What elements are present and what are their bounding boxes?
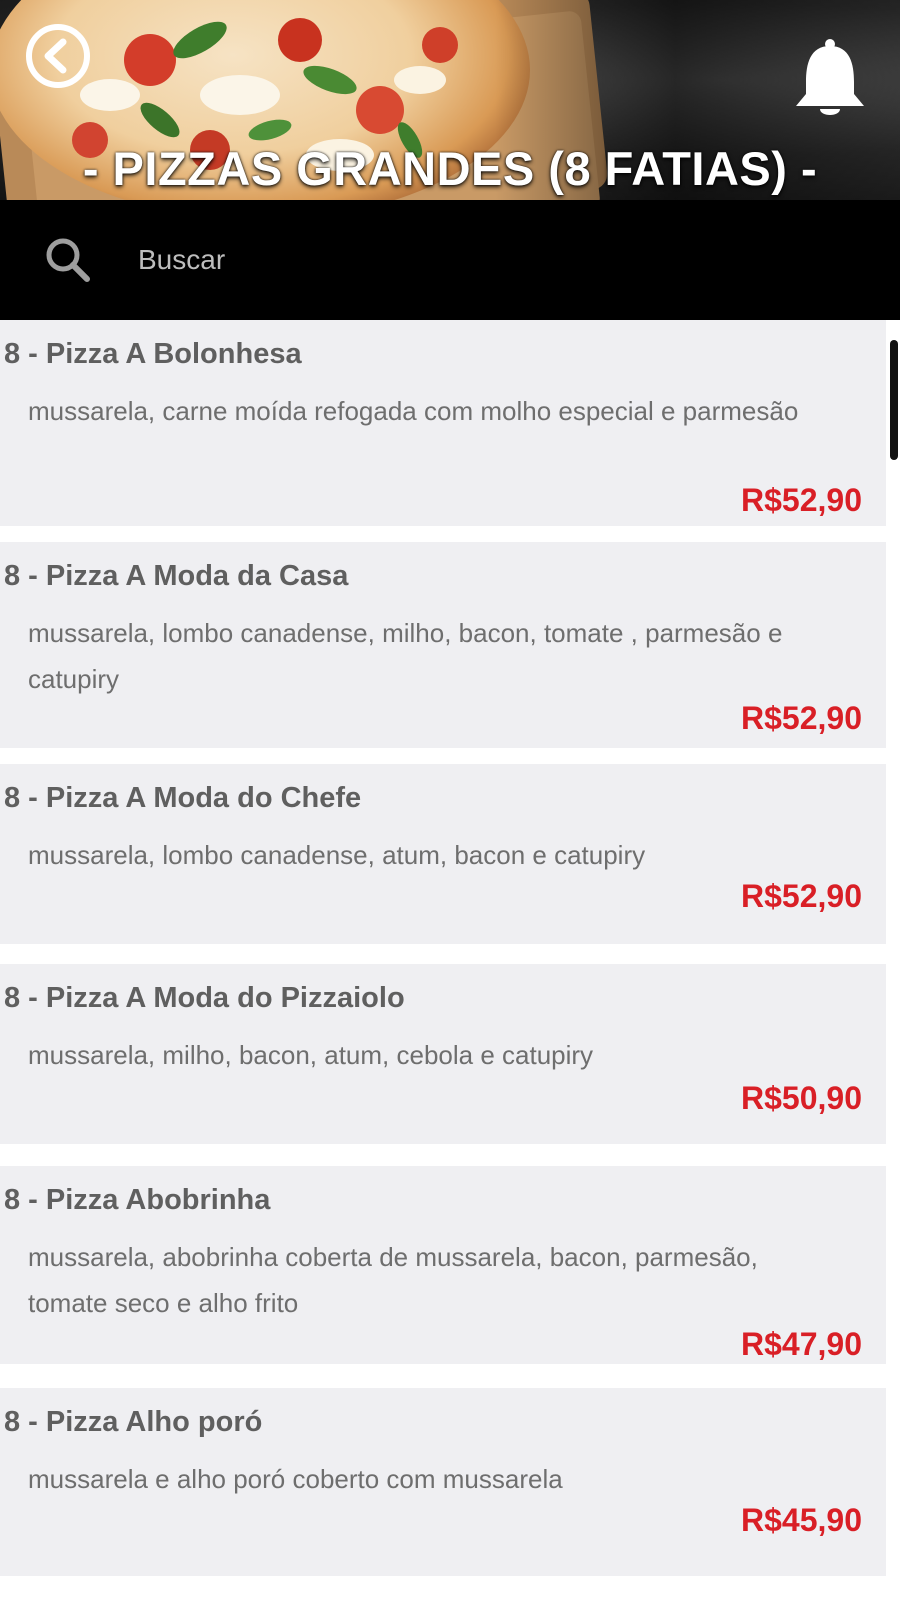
bell-icon bbox=[796, 39, 864, 115]
product-name: 8 - Pizza Abobrinha bbox=[4, 1184, 271, 1216]
back-button[interactable] bbox=[24, 22, 92, 90]
chevron-left-circle-icon bbox=[26, 24, 90, 88]
product-description: mussarela, lombo canadense, atum, bacon … bbox=[28, 840, 646, 870]
product-item[interactable]: 8 - Pizza A Moda do Chefe mussarela, lom… bbox=[0, 764, 886, 944]
search-input[interactable] bbox=[130, 236, 830, 284]
product-item[interactable]: 8 - Pizza A Moda da Casa mussarela, lomb… bbox=[0, 542, 886, 748]
product-name: 8 - Pizza A Moda do Pizzaiolo bbox=[4, 982, 405, 1014]
product-name: 8 - Pizza A Moda da Casa bbox=[4, 560, 349, 592]
product-description: mussarela, milho, bacon, atum, cebola e … bbox=[28, 1040, 594, 1070]
product-description: mussarela, lombo canadense, milho, bacon… bbox=[28, 618, 783, 694]
product-price: R$45,90 bbox=[741, 1502, 862, 1538]
product-item[interactable]: 8 - Pizza A Bolonhesa mussarela, carne m… bbox=[0, 320, 886, 526]
header-banner: - PIZZAS GRANDES (8 FATIAS) - bbox=[0, 0, 900, 200]
product-name: 8 - Pizza A Moda do Chefe bbox=[4, 782, 362, 814]
product-item[interactable]: 8 - Pizza Alho poró mussarela e alho por… bbox=[0, 1388, 886, 1576]
product-list: 8 - Pizza A Bolonhesa mussarela, carne m… bbox=[0, 320, 886, 1598]
product-price: R$47,90 bbox=[741, 1326, 862, 1362]
page-title: - PIZZAS GRANDES (8 FATIAS) - bbox=[82, 142, 818, 196]
menu-screen: - PIZZAS GRANDES (8 FATIAS) - 8 - Pizza … bbox=[0, 0, 900, 1598]
product-name: 8 - Pizza A Bolonhesa bbox=[4, 338, 302, 370]
product-item[interactable]: 8 - Pizza A Moda do Pizzaiolo mussarela,… bbox=[0, 964, 886, 1144]
scrollbar-thumb[interactable] bbox=[890, 340, 898, 460]
product-price: R$52,90 bbox=[741, 482, 862, 518]
search-icon[interactable] bbox=[44, 236, 92, 284]
product-description: mussarela, abobrinha coberta de mussarel… bbox=[28, 1242, 758, 1318]
product-price: R$52,90 bbox=[741, 700, 862, 736]
product-description: mussarela, carne moída refogada com molh… bbox=[28, 396, 799, 426]
product-name: 8 - Pizza Alho poró bbox=[4, 1406, 263, 1438]
product-item[interactable]: 8 - Pizza Abobrinha mussarela, abobrinha… bbox=[0, 1166, 886, 1364]
product-description: mussarela e alho poró coberto com mussar… bbox=[28, 1464, 563, 1494]
product-price: R$50,90 bbox=[741, 1080, 862, 1116]
notifications-button[interactable] bbox=[788, 38, 872, 122]
scrollbar-track[interactable] bbox=[886, 320, 900, 1598]
product-price: R$52,90 bbox=[741, 878, 862, 914]
